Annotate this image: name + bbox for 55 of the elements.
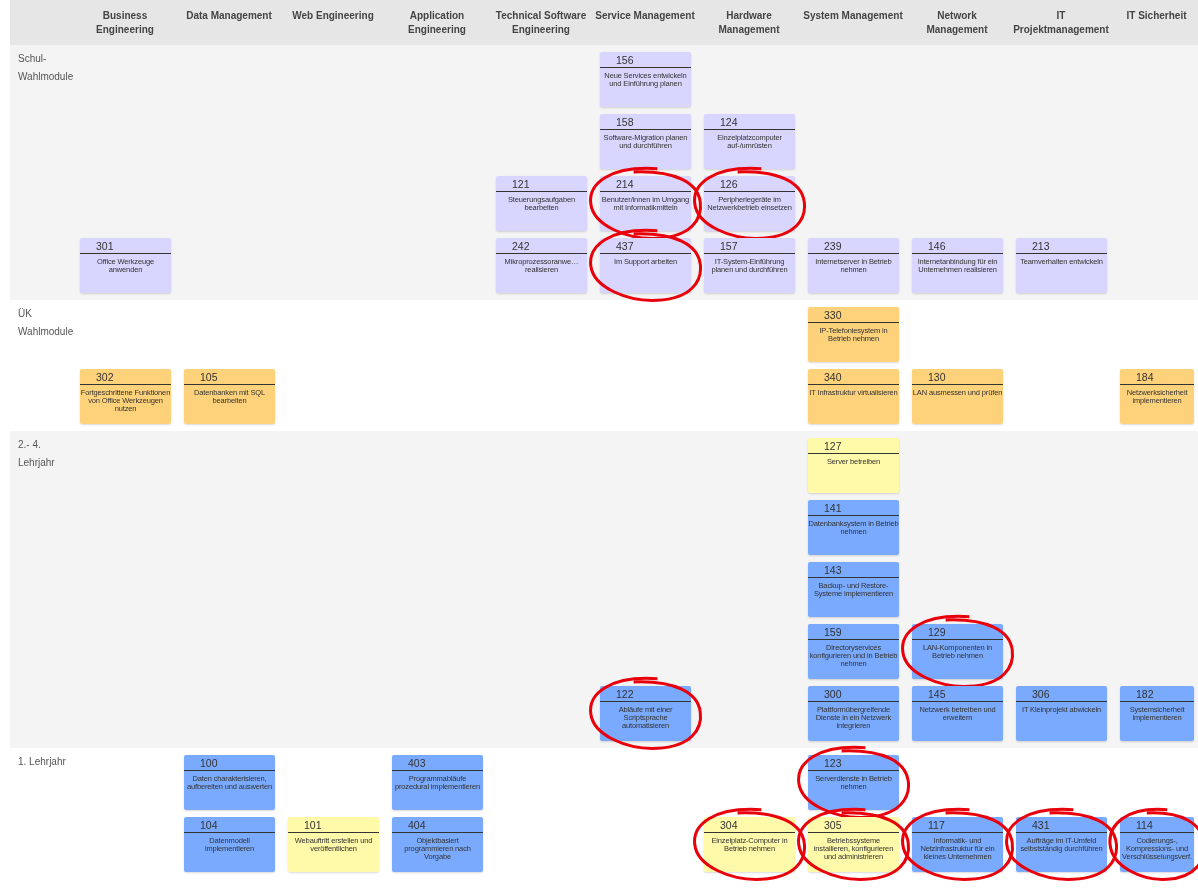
module-number: 302 <box>80 369 171 385</box>
module-number: 130 <box>912 369 1003 385</box>
column-header: Web Engineering <box>291 9 375 23</box>
module-number: 301 <box>80 238 171 254</box>
module-number: 437 <box>600 238 691 254</box>
module-number: 101 <box>288 817 379 833</box>
module-number: 158 <box>600 114 691 130</box>
module-number: 213 <box>1016 238 1107 254</box>
module-number: 403 <box>392 755 483 771</box>
column-header: Technical Software Engineering <box>494 9 588 37</box>
module-number: 242 <box>496 238 587 254</box>
module-number: 305 <box>808 817 899 833</box>
module-number: 124 <box>704 114 795 130</box>
module-number: 431 <box>1016 817 1107 833</box>
module-number: 127 <box>808 438 899 454</box>
module-number: 239 <box>808 238 899 254</box>
module-number: 114 <box>1120 817 1194 833</box>
section-label: 2.- 4. Lehrjahr <box>17 438 56 470</box>
module-number: 143 <box>808 562 899 578</box>
section-label: Schul- Wahlmodule <box>17 52 73 84</box>
column-header: IT Projektmanagement <box>1012 9 1110 37</box>
column-header: Hardware Management <box>717 9 781 37</box>
module-number: 145 <box>912 686 1003 702</box>
module-number: 157 <box>704 238 795 254</box>
module-number: 340 <box>808 369 899 385</box>
module-number: 159 <box>808 624 899 640</box>
module-number: 404 <box>392 817 483 833</box>
column-header: Data Management <box>185 9 273 23</box>
module-number: 104 <box>184 817 275 833</box>
section-label: ÜK Wahlmodule <box>17 307 73 339</box>
column-header: Network Management <box>925 9 989 37</box>
module-number: 182 <box>1120 686 1194 702</box>
module-number: 330 <box>808 307 899 323</box>
column-header: IT Sicherheit <box>1125 9 1188 23</box>
module-number: 126 <box>704 176 795 192</box>
column-header: Service Management <box>594 9 696 23</box>
module-number: 146 <box>912 238 1003 254</box>
module-number: 122 <box>600 686 691 702</box>
module-number: 304 <box>704 817 795 833</box>
section-label: 1. Lehrjahr <box>17 755 67 769</box>
module-number: 141 <box>808 500 899 516</box>
module-number: 300 <box>808 686 899 702</box>
column-header: Business Engineering <box>95 9 155 37</box>
module-number: 117 <box>912 817 1003 833</box>
module-number: 123 <box>808 755 899 771</box>
column-header: Application Engineering <box>407 9 467 37</box>
module-number: 214 <box>600 176 691 192</box>
module-number: 156 <box>600 52 691 68</box>
module-number: 105 <box>184 369 275 385</box>
module-number: 100 <box>184 755 275 771</box>
column-header: System Management <box>802 9 904 23</box>
module-number: 306 <box>1016 686 1107 702</box>
module-number: 184 <box>1120 369 1194 385</box>
module-number: 129 <box>912 624 1003 640</box>
module-number: 121 <box>496 176 587 192</box>
